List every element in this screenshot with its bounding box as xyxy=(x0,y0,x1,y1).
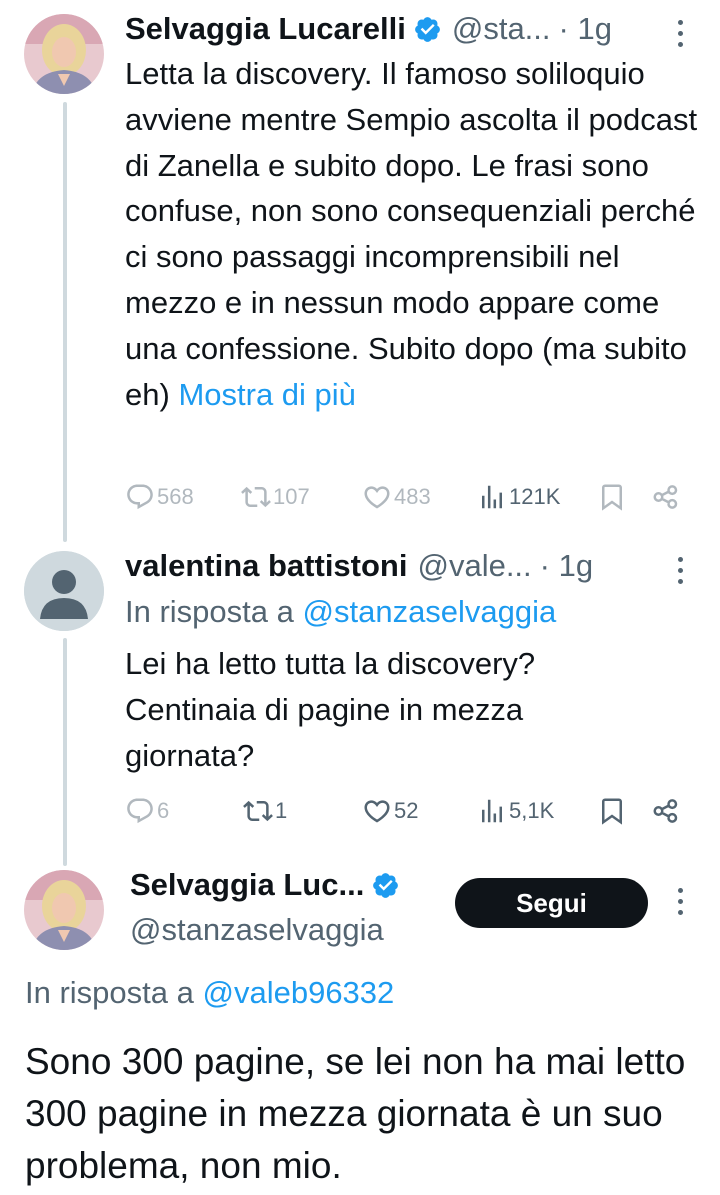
show-more-link[interactable]: Mostra di più xyxy=(178,377,355,412)
like-button[interactable]: 483 xyxy=(362,477,431,517)
share-button[interactable] xyxy=(651,477,683,517)
bookmark-icon xyxy=(597,482,627,512)
tweet-2-header: valentina battistoni @vale... · 1g xyxy=(125,548,593,584)
views-icon xyxy=(477,482,507,512)
views-button[interactable]: 5,1K xyxy=(477,791,554,831)
tweet-time[interactable]: · 1g xyxy=(540,548,593,584)
main-tweet-text: Sono 300 pagine, se lei non ha mai letto… xyxy=(25,1041,686,1186)
thread-line-1 xyxy=(63,102,67,542)
like-count: 52 xyxy=(394,798,419,823)
more-icon[interactable] xyxy=(676,888,684,918)
share-icon xyxy=(651,482,681,512)
reply-handle-link[interactable]: @valeb96332 xyxy=(203,975,395,1010)
share-icon xyxy=(651,796,681,826)
tweet-1-text: Letta la discovery. Il famoso soliloquio… xyxy=(125,51,705,417)
author-name[interactable]: Selvaggia Luc... xyxy=(130,867,364,903)
reply-prefix: In risposta a xyxy=(125,594,294,629)
like-icon xyxy=(362,796,392,826)
repost-count: 107 xyxy=(273,484,310,509)
reply-handle-link[interactable]: @stanzaselvaggia xyxy=(303,594,557,629)
default-avatar-icon xyxy=(24,551,104,631)
views-count: 121K xyxy=(509,484,561,509)
avatar-selvaggia-lucarelli[interactable] xyxy=(24,870,104,950)
author-handle[interactable]: @sta... xyxy=(452,11,551,47)
repost-button[interactable]: 1 xyxy=(243,791,287,831)
bookmark-icon xyxy=(597,796,627,826)
tweet-1-header: Selvaggia Lucarelli @sta... · 1g xyxy=(125,11,612,47)
repost-count: 1 xyxy=(275,798,288,823)
author-name[interactable]: valentina battistoni xyxy=(125,548,407,584)
reply-icon xyxy=(125,796,155,826)
author-name[interactable]: Selvaggia Lucarelli xyxy=(125,11,406,47)
thread-line-2 xyxy=(63,638,67,866)
reply-prefix: In risposta a xyxy=(25,975,194,1010)
reply-icon xyxy=(125,482,155,512)
more-icon[interactable] xyxy=(676,557,684,587)
reply-context: In risposta a @stanzaselvaggia xyxy=(125,594,556,630)
views-icon xyxy=(477,796,507,826)
like-count: 483 xyxy=(394,484,431,509)
avatar-selvaggia-lucarelli[interactable] xyxy=(24,14,104,94)
author-handle[interactable]: @stanzaselvaggia xyxy=(130,912,384,948)
bookmark-button[interactable] xyxy=(597,791,629,831)
like-icon xyxy=(362,482,392,512)
verified-badge-icon xyxy=(371,871,400,900)
reply-context: In risposta a @valeb96332 xyxy=(25,975,394,1011)
reply-button[interactable]: 568 xyxy=(125,477,194,517)
reply-count: 6 xyxy=(157,798,170,823)
reply-count: 568 xyxy=(157,484,194,509)
repost-icon xyxy=(241,482,271,512)
repost-button[interactable]: 107 xyxy=(241,477,310,517)
tweet-1-actions: 568 107 483 121K xyxy=(125,477,685,517)
tweet-time[interactable]: · 1g xyxy=(559,11,612,47)
views-button[interactable]: 121K xyxy=(477,477,560,517)
tweet-2-actions: 6 1 52 5,1K xyxy=(125,791,685,831)
views-count: 5,1K xyxy=(509,798,555,823)
bookmark-button[interactable] xyxy=(597,477,629,517)
tweet-2-text: Lei ha letto tutta la discovery? Centina… xyxy=(125,646,536,773)
avatar-valentina-battistoni[interactable] xyxy=(24,551,104,631)
tweet-text: Letta la discovery. Il famoso soliloquio… xyxy=(125,56,698,412)
like-button[interactable]: 52 xyxy=(362,791,418,831)
reply-button[interactable]: 6 xyxy=(125,791,169,831)
author-handle[interactable]: @vale... xyxy=(417,548,531,584)
verified-badge-icon xyxy=(413,15,442,44)
follow-button[interactable]: Segui xyxy=(455,878,648,928)
repost-icon xyxy=(243,796,273,826)
more-icon[interactable] xyxy=(676,20,684,50)
main-tweet-header: Selvaggia Luc... xyxy=(130,867,400,903)
share-button[interactable] xyxy=(651,791,683,831)
